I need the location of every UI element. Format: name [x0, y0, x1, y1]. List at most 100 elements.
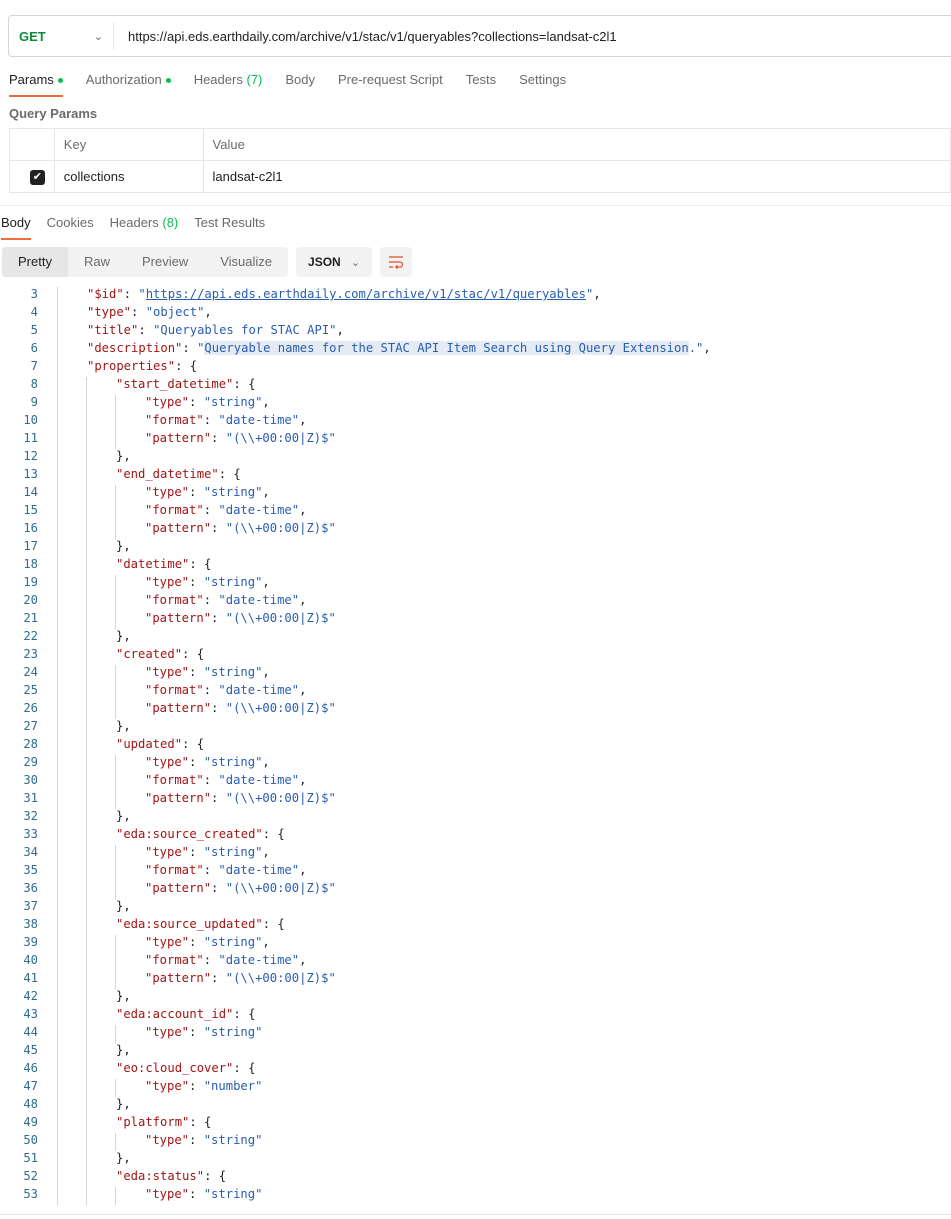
line-number: 21	[23, 611, 38, 625]
view-visualize[interactable]: Visualize	[204, 247, 288, 277]
indent-guide	[115, 755, 116, 773]
method-select[interactable]: GET ⌄	[9, 22, 114, 50]
code-line: "format": "date-time",	[145, 593, 306, 607]
tab-authorization[interactable]: Authorization	[86, 72, 171, 95]
tab-label: Cookies	[46, 215, 94, 230]
tab-response-body[interactable]: Body	[1, 215, 31, 240]
method-label: GET	[19, 28, 46, 44]
line-number: 46	[23, 1061, 38, 1075]
code-token: "(\\+00:00|Z)$"	[225, 881, 336, 895]
code-line: "pattern": "(\\+00:00|Z)$"	[145, 971, 336, 985]
code-token: "format"	[145, 593, 204, 607]
param-value[interactable]: landsat-c2l1	[202, 160, 951, 193]
code-token: :	[211, 881, 226, 895]
view-pretty[interactable]: Pretty	[2, 247, 68, 277]
code-token: :	[189, 1079, 204, 1093]
code-token: : {	[262, 827, 285, 841]
code-token: :	[189, 395, 204, 409]
code-token: ,	[262, 845, 270, 859]
code-line: "type": "string",	[145, 665, 270, 679]
code-token: "properties"	[87, 359, 176, 373]
url-input[interactable]: https://api.eds.earthdaily.com/archive/v…	[114, 29, 617, 44]
view-preview[interactable]: Preview	[126, 247, 204, 277]
code-line: "pattern": "(\\+00:00|Z)$"	[145, 521, 336, 535]
line-number: 25	[23, 683, 38, 697]
line-number: 19	[23, 575, 38, 589]
code-token: :	[203, 413, 219, 427]
line-number: 53	[23, 1187, 38, 1201]
tab-label: Headers	[109, 215, 159, 230]
line-number: 4	[30, 305, 38, 319]
code-line: "format": "date-time",	[145, 953, 306, 967]
tab-test-results[interactable]: Test Results	[194, 215, 265, 238]
tab-headers[interactable]: Headers (7)	[194, 72, 263, 95]
indent-guide	[115, 611, 116, 629]
value-header: Value	[202, 128, 951, 161]
code-token: },	[116, 989, 131, 1003]
code-line: "pattern": "(\\+00:00|Z)$"	[145, 431, 336, 445]
code-token: "pattern"	[145, 611, 212, 625]
indent-guide	[115, 863, 116, 881]
code-token: ,	[262, 395, 270, 409]
line-number: 5	[30, 323, 38, 337]
line-number: 24	[23, 665, 38, 679]
line-number: 13	[23, 467, 38, 481]
code-token: :	[189, 1187, 204, 1201]
tab-cookies[interactable]: Cookies	[47, 215, 94, 238]
tab-label: Authorization	[85, 72, 162, 87]
code-token: "(\\+00:00|Z)$"	[225, 701, 336, 715]
line-number: 11	[23, 431, 38, 445]
code-line: "eo:cloud_cover": {	[116, 1061, 255, 1075]
code-token: :	[189, 1133, 204, 1147]
code-token: :	[203, 503, 219, 517]
tab-response-headers[interactable]: Headers (8)	[110, 215, 179, 238]
tab-tests[interactable]: Tests	[466, 72, 496, 95]
code-line: },	[116, 989, 131, 1003]
code-token: :	[189, 485, 204, 499]
code-token: "eda:source_created"	[116, 827, 263, 841]
code-token: ,	[299, 503, 307, 517]
pane-divider[interactable]	[0, 205, 951, 214]
code-line: "eda:source_updated": {	[116, 917, 285, 931]
checkbox-checked-icon[interactable]: ✔	[29, 170, 45, 185]
tab-settings[interactable]: Settings	[519, 72, 566, 95]
indent-guide	[115, 485, 116, 503]
code-token: :	[203, 593, 219, 607]
code-line: },	[116, 539, 131, 553]
indent-guide	[115, 575, 116, 593]
tab-body[interactable]: Body	[285, 72, 315, 95]
code-token: "type"	[145, 665, 190, 679]
code-token: ,	[299, 863, 307, 877]
tab-pre-request-script[interactable]: Pre-request Script	[338, 72, 443, 95]
code-line: "type": "string",	[145, 575, 270, 589]
format-select[interactable]: JSON ⌄	[296, 247, 373, 277]
code-token: : {	[262, 917, 285, 931]
tab-params[interactable]: Params	[9, 72, 63, 97]
code-line: },	[116, 899, 131, 913]
code-token: : {	[233, 1061, 256, 1075]
code-token: :	[211, 971, 226, 985]
code-token: "string"	[203, 1025, 263, 1039]
url-link[interactable]: https://api.eds.earthdaily.com/archive/v…	[146, 287, 586, 301]
code-token: "date-time"	[218, 953, 300, 967]
line-number: 35	[23, 863, 38, 877]
line-number: 44	[23, 1025, 38, 1039]
code-token: "pattern"	[145, 431, 212, 445]
code-token: "string"	[203, 1133, 263, 1147]
tab-label: Body	[1, 215, 31, 230]
indent-guide	[115, 683, 116, 701]
code-token: "pattern"	[145, 971, 212, 985]
view-raw[interactable]: Raw	[68, 247, 126, 277]
param-key[interactable]: collections	[53, 160, 204, 193]
code-token: : {	[182, 647, 205, 661]
response-view-bar: Pretty Raw Preview Visualize JSON ⌄	[2, 247, 413, 277]
code-line: "updated": {	[116, 737, 204, 751]
line-number: 52	[23, 1169, 38, 1183]
code-token: ,	[299, 953, 307, 967]
code-token: "type"	[87, 305, 132, 319]
code-token: "type"	[145, 575, 190, 589]
code-token: ,	[336, 323, 344, 337]
code-token: ,	[703, 341, 711, 355]
wrap-lines-button[interactable]	[380, 247, 413, 277]
code-token: ,	[262, 485, 270, 499]
